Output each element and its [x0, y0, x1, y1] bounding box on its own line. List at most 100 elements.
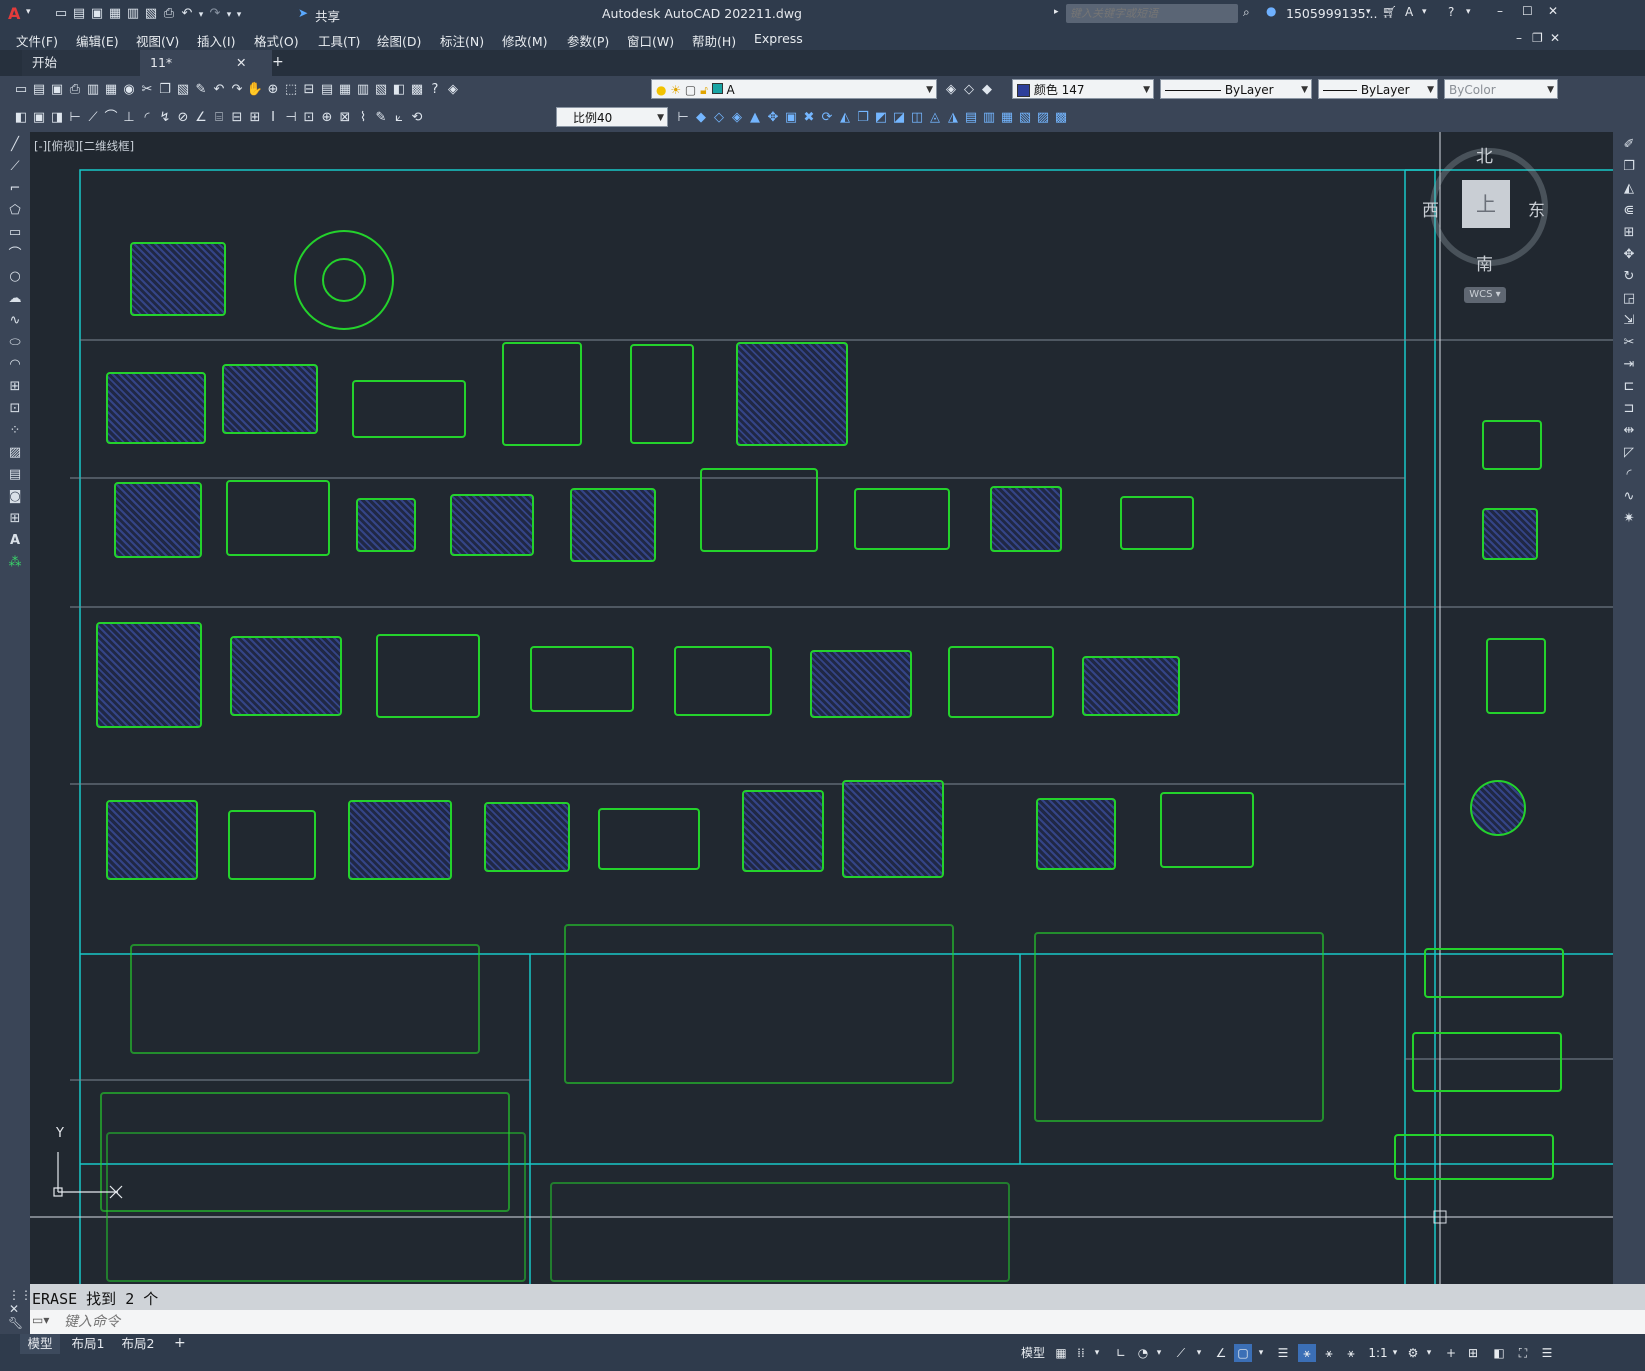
sofa-set-block[interactable]: [352, 380, 466, 438]
app-dropdown-icon[interactable]: ▾: [1422, 7, 1427, 17]
inspect-icon[interactable]: ⊠: [336, 109, 354, 127]
menu-format[interactable]: 格式(O): [254, 31, 299, 50]
menu-insert[interactable]: 插入(I): [197, 31, 235, 50]
sofa-set-block[interactable]: [226, 480, 330, 556]
chamfer-icon[interactable]: ◸: [1620, 444, 1638, 462]
help-tb-icon[interactable]: ?: [426, 81, 444, 99]
arc-icon[interactable]: ⌒: [6, 246, 24, 264]
saveas-icon[interactable]: ▦: [106, 5, 124, 23]
print-icon[interactable]: ⎙: [66, 81, 84, 99]
dim-text-edit-icon[interactable]: ⟀: [390, 109, 408, 127]
sofa-set-block[interactable]: [674, 646, 772, 716]
plotstyle-dropdown[interactable]: ByColor ▼: [1444, 79, 1558, 99]
dim-radius-icon[interactable]: ◜: [138, 109, 156, 127]
plot-preview-icon[interactable]: ▦: [102, 81, 120, 99]
layout-tab-model[interactable]: 模型: [20, 1334, 60, 1354]
save-file-icon[interactable]: ▣: [48, 81, 66, 99]
sofa-set-block[interactable]: [736, 342, 848, 446]
sofa-set-block[interactable]: [570, 488, 656, 562]
ortho-icon[interactable]: ∟: [1112, 1344, 1130, 1362]
tab-start[interactable]: 开始: [22, 50, 152, 76]
export-icon[interactable]: ▧: [142, 5, 160, 23]
sofa-set-block[interactable]: [530, 646, 634, 712]
dim-linear-icon[interactable]: ⊢: [66, 109, 84, 127]
lineweight-icon[interactable]: ☰: [1274, 1344, 1292, 1362]
layer-dropdown[interactable]: ● ☀ ▢ 🔓︎ A ▼: [651, 79, 937, 99]
misc-furniture-block[interactable]: [550, 1182, 1010, 1282]
extend-icon[interactable]: ⇥: [1620, 356, 1638, 374]
close-icon[interactable]: ✕: [1548, 4, 1558, 18]
break-at-point-icon[interactable]: ⊏: [1620, 378, 1638, 396]
preview-icon[interactable]: ▥: [84, 81, 102, 99]
stretch-icon[interactable]: ⇲: [1620, 312, 1638, 330]
gradient-icon[interactable]: ▤: [6, 466, 24, 484]
layer-properties-icon[interactable]: ◈: [444, 81, 462, 99]
dim-angular-icon[interactable]: ∠: [192, 109, 210, 127]
cut-icon[interactable]: ✂: [138, 81, 156, 99]
trim-icon[interactable]: ✂: [1620, 334, 1638, 352]
misc-furniture-block[interactable]: [106, 1132, 526, 1282]
block-edit-icon[interactable]: ◧: [12, 109, 30, 127]
help-dropdown-icon[interactable]: ▾: [1466, 7, 1471, 17]
menu-file[interactable]: 文件(F): [16, 31, 58, 50]
sofa-set-block[interactable]: [742, 790, 824, 872]
command-close-icon[interactable]: ✕: [9, 1302, 19, 1316]
command-settings-icon[interactable]: 🔧︎: [8, 1316, 23, 1330]
break-icon[interactable]: ⊐: [1620, 400, 1638, 418]
plot-icon[interactable]: ⎙: [160, 5, 178, 23]
round-table-block[interactable]: [322, 258, 366, 302]
copy-object-icon[interactable]: ❐: [1620, 158, 1638, 176]
clean-screen-icon[interactable]: ⛶: [1514, 1344, 1532, 1362]
bed-block[interactable]: [1482, 508, 1538, 560]
scale-dropdown-icon[interactable]: ▾: [1390, 1344, 1400, 1362]
mirror-icon[interactable]: ◭: [1620, 180, 1638, 198]
block-close-icon[interactable]: ◨: [48, 109, 66, 127]
offset-icon[interactable]: ⋐: [1620, 202, 1638, 220]
rectangle-icon[interactable]: ▭: [6, 224, 24, 242]
menu-tools[interactable]: 工具(T): [318, 31, 360, 50]
sofa-chair-group-block[interactable]: [564, 924, 954, 1084]
menu-view[interactable]: 视图(V): [136, 31, 179, 50]
share-icon[interactable]: ➤: [298, 6, 308, 20]
publish-icon[interactable]: ▥: [124, 5, 142, 23]
new-icon[interactable]: ▭: [52, 5, 70, 23]
ellipse-icon[interactable]: ⬭: [6, 334, 24, 352]
add-selected-icon[interactable]: ⁂: [6, 554, 24, 572]
construction-line-icon[interactable]: ⟋: [6, 158, 24, 176]
zoom-realtime-icon[interactable]: ⊕: [264, 81, 282, 99]
copy-icon[interactable]: ❐: [156, 81, 174, 99]
sofa-set-block[interactable]: [948, 646, 1054, 718]
check-icon[interactable]: ▥: [980, 109, 998, 127]
snap-dropdown-icon[interactable]: ▾: [1092, 1344, 1102, 1362]
color-dropdown[interactable]: 颜色 147 ▼: [1012, 79, 1154, 99]
command-line[interactable]: ▭▾: [30, 1310, 1645, 1334]
zoom-window-icon[interactable]: ⬚: [282, 81, 300, 99]
calculator-icon[interactable]: ▩: [408, 81, 426, 99]
menu-window[interactable]: 窗口(W): [627, 31, 674, 50]
thicken-icon[interactable]: ▩: [1052, 109, 1070, 127]
dim-space-icon[interactable]: Ⅰ: [264, 109, 282, 127]
save-icon[interactable]: ▣: [88, 5, 106, 23]
rotate-faces-icon[interactable]: ⟳: [818, 109, 836, 127]
grid-icon[interactable]: ▦: [1052, 1344, 1070, 1362]
menu-help[interactable]: 帮助(H): [692, 31, 736, 50]
dim-diameter-icon[interactable]: ⊘: [174, 109, 192, 127]
extrude-faces-icon[interactable]: ▲: [746, 109, 764, 127]
viewcube-top-face[interactable]: 上: [1462, 180, 1510, 228]
osnap-dropdown-icon[interactable]: ▾: [1256, 1344, 1266, 1362]
dim-jogged-icon[interactable]: ↯: [156, 109, 174, 127]
units-icon[interactable]: ⊞: [1464, 1344, 1482, 1362]
table-icon[interactable]: ⊞: [6, 510, 24, 528]
publish-3d-icon[interactable]: ◉: [120, 81, 138, 99]
sofa-set-block[interactable]: [502, 342, 582, 446]
slice-icon[interactable]: ▦: [998, 109, 1016, 127]
sofa-set-block[interactable]: [106, 372, 206, 444]
viewcube-west[interactable]: 西: [1422, 196, 1439, 221]
array-icon[interactable]: ⊞: [1620, 224, 1638, 242]
doc-close-icon[interactable]: ✕: [1550, 31, 1560, 45]
undo-tb-icon[interactable]: ↶: [210, 81, 228, 99]
dim-update-icon[interactable]: ⟲: [408, 109, 426, 127]
make-block-icon[interactable]: ⊡: [6, 400, 24, 418]
paste-icon[interactable]: ▧: [174, 81, 192, 99]
viewcube-north[interactable]: 北: [1476, 142, 1493, 167]
